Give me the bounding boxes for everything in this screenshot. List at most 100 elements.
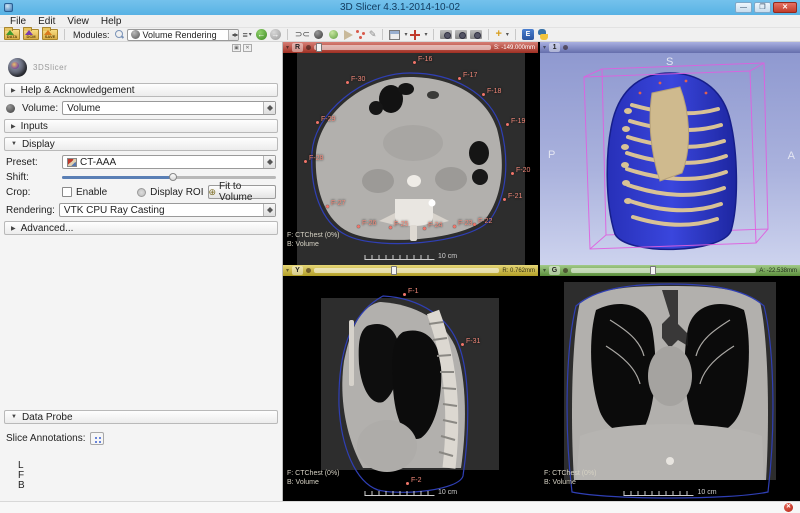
collapsed-arrow-icon: ▶ (11, 225, 16, 232)
shift-slider[interactable] (62, 171, 276, 183)
fiducial-F-28[interactable]: F-28 (304, 160, 307, 163)
menu-view[interactable]: View (61, 16, 95, 27)
section-advanced[interactable]: ▶ Advanced... (4, 221, 278, 235)
fit-to-volume-button[interactable]: ⊕ Fit to Volume (208, 185, 277, 199)
module-selected: Volume Rendering (143, 30, 217, 40)
slice-menu-arrow-icon[interactable]: ▾ (543, 267, 546, 274)
undock-panel-icon[interactable]: ▣ (232, 44, 241, 52)
menu-edit[interactable]: Edit (32, 16, 61, 27)
fiducial-F-31[interactable]: F-31 (461, 343, 464, 346)
minimize-button[interactable]: — (735, 2, 752, 13)
forward-button[interactable]: → (270, 29, 281, 40)
maximize-button[interactable]: ❐ (754, 2, 771, 13)
add-dropdown-arrow[interactable]: ▾ (506, 31, 509, 38)
fiducial-F-22[interactable]: F-22 (473, 223, 476, 226)
section-help-acknowledgement[interactable]: ▶ Help & Acknowledgement (4, 83, 278, 97)
crosshair-dropdown-arrow[interactable]: ▾ (424, 31, 427, 38)
layout-selector-icon[interactable] (389, 30, 400, 40)
section-inputs[interactable]: ▶ Inputs (4, 119, 278, 133)
scene-view-icon[interactable] (455, 30, 467, 39)
fiducial-F-18[interactable]: F-18 (482, 93, 485, 96)
models-module-icon[interactable] (329, 30, 338, 39)
fiducial-F-17[interactable]: F-17 (458, 77, 461, 80)
fiducial-F-2[interactable]: F-2 (406, 482, 409, 485)
red-slice-slider[interactable] (314, 45, 491, 50)
menu-file[interactable]: File (4, 16, 32, 27)
slice-menu-arrow-icon[interactable]: ▾ (286, 44, 289, 51)
pin-icon[interactable] (306, 45, 311, 50)
menu-bar: File Edit View Help (0, 15, 800, 28)
extension-manager-icon[interactable]: E (522, 29, 534, 40)
slice-annotation-text: F: CTChest (0%) B: Volume (544, 469, 597, 487)
view-menu-arrow-icon[interactable]: ▾ (543, 44, 546, 51)
close-button[interactable]: ✕ (773, 2, 797, 13)
layout-dropdown-arrow[interactable]: ▾ (404, 31, 407, 38)
menu-help[interactable]: Help (95, 16, 128, 27)
fiducial-F-16[interactable]: F-16 (413, 61, 416, 64)
pin-icon[interactable] (563, 45, 568, 50)
fiducial-F-20[interactable]: F-20 (511, 172, 514, 175)
probe-row-foreground: F (18, 471, 282, 481)
fiducial-F-27[interactable]: F-27 (326, 205, 329, 208)
fiducial-F-1[interactable]: F-1 (403, 293, 406, 296)
fiducial-F-30[interactable]: F-30 (346, 81, 349, 84)
module-search-icon[interactable] (115, 30, 124, 39)
fiducial-F-29[interactable]: F-29 (316, 121, 319, 124)
threed-view-controller: ▾ 1 (540, 42, 800, 53)
green-slice-image[interactable]: F: CTChest (0%) B: Volume 10 cm (540, 276, 800, 501)
slice-annotation-text: F: CTChest (0%) B: Volume (287, 469, 340, 487)
data-probe-values: L F B (0, 461, 282, 491)
slice-menu-arrow-icon[interactable]: ▾ (286, 267, 289, 274)
error-log-icon[interactable]: ✕ (784, 503, 793, 512)
slice-annotation-text: F: CTChest (0%) B: Volume (287, 231, 340, 249)
volume-select[interactable]: Volume (62, 101, 276, 115)
green-view-menu-button[interactable]: G (549, 266, 560, 275)
slice-annotations-button[interactable] (90, 432, 104, 445)
red-slice-image[interactable]: F: CTChest (0%) B: Volume 10 cm F-16F-17… (283, 53, 538, 265)
section-display[interactable]: ▼ Display (4, 137, 278, 151)
threed-view-menu-button[interactable]: 1 (549, 43, 560, 52)
fiducial-F-24[interactable]: F-24 (423, 227, 426, 230)
ruler: 10 cm (623, 489, 716, 496)
display-roi-icon[interactable] (137, 188, 146, 197)
annotate-icon[interactable]: ✎ (369, 29, 377, 40)
view-link-icon[interactable]: ⊃⊂ (294, 29, 311, 41)
close-panel-icon[interactable]: ✕ (243, 44, 252, 52)
load-data-button[interactable]: DATA (4, 29, 20, 40)
module-selector[interactable]: Volume Rendering (127, 29, 239, 41)
green-slice-slider[interactable] (571, 268, 756, 273)
screenshot-icon[interactable] (440, 30, 452, 39)
python-console-icon[interactable] (537, 29, 549, 40)
volume-module-icon[interactable] (314, 30, 323, 39)
fiducial-F-23[interactable]: F-23 (453, 225, 456, 228)
fiducial-F-26[interactable]: F-26 (357, 225, 360, 228)
mouse-mode-icon[interactable] (344, 30, 353, 40)
fiducial-F-21[interactable]: F-21 (503, 198, 506, 201)
yellow-view-menu-button[interactable]: Y (292, 266, 303, 275)
fiducial-F-19[interactable]: F-19 (506, 123, 509, 126)
shift-row: Shift: (0, 171, 282, 183)
crop-row: Crop: Enable Display ROI ⊕ Fit to Volume (0, 183, 282, 201)
rendering-select[interactable]: VTK CPU Ray Casting (59, 203, 276, 217)
add-sceneview-icon[interactable]: + (495, 29, 501, 40)
save-button[interactable]: SAVE (42, 29, 58, 40)
back-button[interactable]: ← (256, 29, 267, 40)
pin-icon[interactable] (306, 268, 311, 273)
crop-enable-checkbox[interactable] (62, 187, 72, 197)
viewport-area: ▾ R S: -149.000mm (283, 42, 800, 501)
yellow-slice-slider[interactable] (314, 268, 499, 273)
section-data-probe[interactable]: ▼ Data Probe (4, 410, 278, 424)
module-history-button[interactable]: ≡▾ (242, 29, 253, 41)
load-dicom-button[interactable]: DCM (23, 29, 39, 40)
threed-render-area[interactable]: S P A (540, 53, 800, 265)
fiducial-F-25[interactable]: F-25 (389, 226, 392, 229)
preset-select[interactable]: CT-AAA (62, 155, 276, 169)
axis-label-superior: S (666, 56, 673, 68)
scene-restore-icon[interactable] (470, 30, 482, 39)
pin-icon[interactable] (563, 268, 568, 273)
yellow-slice-offset: R: 0.762mm (502, 268, 535, 274)
fiducial-place-icon[interactable] (356, 30, 366, 40)
red-view-menu-button[interactable]: R (292, 43, 303, 52)
yellow-slice-image[interactable]: F: CTChest (0%) B: Volume 10 cm F-1F-31F… (283, 276, 538, 501)
crosshair-icon[interactable] (410, 30, 420, 40)
